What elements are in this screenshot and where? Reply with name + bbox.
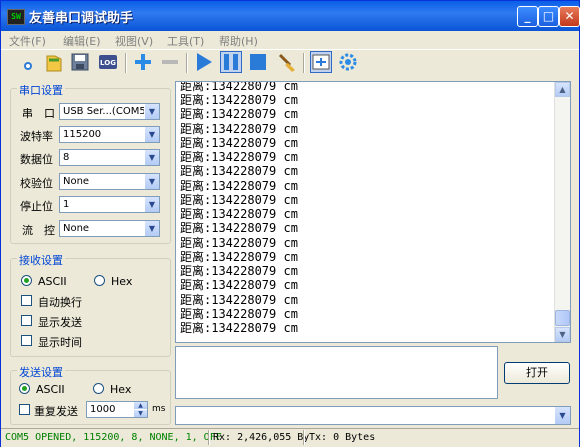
- chevron-down-icon[interactable]: ▼: [144, 127, 159, 142]
- tx-count: Tx: 0 Bytes: [309, 432, 376, 443]
- menu-view[interactable]: 视图(V): [115, 33, 153, 49]
- menu-edit[interactable]: 编辑(E): [63, 33, 101, 49]
- play-icon[interactable]: [193, 51, 215, 73]
- open-port-button[interactable]: 打开: [504, 362, 570, 384]
- flow-label: 流 控: [22, 224, 55, 237]
- show-send-label: 显示发送: [38, 316, 82, 329]
- port-label: 串 口: [22, 107, 55, 120]
- rx-ascii-radio[interactable]: [21, 275, 32, 286]
- title-bar[interactable]: SW 友善串口调试助手 _ □ ✕: [1, 1, 580, 31]
- menu-file[interactable]: 文件(F): [9, 33, 46, 49]
- receive-textarea[interactable]: 距离:134228079 cm 距离:134228079 cm 距离:13422…: [175, 81, 571, 343]
- log-icon[interactable]: LOG: [97, 51, 119, 73]
- command-history-select[interactable]: ▼: [175, 406, 571, 425]
- baud-label: 波特率: [20, 130, 53, 143]
- repeat-send-label: 重复发送: [34, 405, 78, 418]
- repeat-send-checkbox[interactable]: [19, 404, 30, 415]
- new-icon[interactable]: [17, 51, 39, 73]
- open-icon[interactable]: [43, 51, 65, 73]
- remove-icon[interactable]: [159, 51, 181, 73]
- send-textarea[interactable]: [175, 346, 498, 399]
- show-time-checkbox[interactable]: [21, 335, 32, 346]
- toolbar-separator: [303, 53, 305, 73]
- app-window: SW 友善串口调试助手 _ □ ✕ 文件(F) 编辑(E) 视图(V) 工具(T…: [0, 0, 580, 447]
- baud-select[interactable]: 115200 ▼: [59, 126, 160, 143]
- port-select[interactable]: USB Ser...(COM5) ▼: [59, 103, 160, 120]
- stopbits-value: 1: [63, 199, 70, 210]
- flow-select[interactable]: None ▼: [59, 220, 160, 237]
- parity-label: 校验位: [20, 177, 53, 190]
- receive-settings-group: 接收设置: [10, 252, 171, 357]
- scroll-down-icon[interactable]: ▼: [555, 327, 570, 342]
- toolbar: LOG: [1, 49, 579, 76]
- menu-tools[interactable]: 工具(T): [167, 33, 204, 49]
- chevron-down-icon[interactable]: ▼: [144, 104, 159, 119]
- status-separator: [303, 430, 305, 445]
- toolbar-separator: [125, 53, 127, 73]
- clear-icon[interactable]: [276, 51, 298, 73]
- flow-value: None: [63, 223, 90, 234]
- window-title: 友善串口调试助手: [29, 11, 134, 26]
- spin-up-icon[interactable]: ▲: [134, 402, 147, 409]
- tx-ascii-radio[interactable]: [19, 383, 30, 394]
- maximize-button[interactable]: □: [538, 6, 559, 27]
- stopbits-label: 停止位: [20, 200, 53, 213]
- status-bar: COM5 OPENED, 115200, 8, NONE, 1, OFF Rx:…: [1, 428, 579, 447]
- serial-settings-legend: 串口设置: [17, 82, 65, 98]
- port-value: USB Ser...(COM5): [63, 106, 150, 117]
- parity-value: None: [63, 176, 90, 187]
- interval-unit: ms: [152, 404, 166, 414]
- databits-label: 数据位: [20, 153, 53, 166]
- stopbits-select[interactable]: 1 ▼: [59, 196, 160, 213]
- repeat-interval-input[interactable]: 1000 ▲ ▼: [86, 401, 148, 418]
- databits-select[interactable]: 8 ▼: [59, 149, 160, 166]
- chevron-down-icon[interactable]: ▼: [144, 150, 159, 165]
- rx-line: 距离:134228079 cm: [180, 321, 298, 335]
- stop-icon[interactable]: [247, 51, 269, 73]
- repeat-interval-value: 1000: [90, 404, 116, 415]
- baud-value: 115200: [63, 129, 102, 140]
- vertical-scrollbar[interactable]: ▲ ▼: [554, 82, 570, 342]
- databits-value: 8: [63, 152, 70, 163]
- menu-bar: 文件(F) 编辑(E) 视图(V) 工具(T) 帮助(H): [1, 31, 579, 49]
- add-icon[interactable]: [132, 51, 154, 73]
- chevron-down-icon[interactable]: ▼: [144, 221, 159, 236]
- spin-down-icon[interactable]: ▼: [134, 410, 147, 417]
- scroll-up-icon[interactable]: ▲: [555, 82, 570, 97]
- new-window-icon[interactable]: [310, 51, 332, 73]
- settings-icon[interactable]: [337, 51, 359, 73]
- chevron-down-icon[interactable]: ▼: [555, 407, 570, 424]
- log-icon-label: LOG: [100, 59, 116, 67]
- rx-hex-label: Hex: [111, 275, 133, 288]
- rx-count: Rx: 2,426,055 By: [213, 432, 310, 443]
- auto-wrap-label: 自动换行: [38, 296, 82, 309]
- save-icon[interactable]: [69, 51, 91, 73]
- auto-wrap-checkbox[interactable]: [21, 295, 32, 306]
- tx-ascii-label: ASCII: [36, 383, 65, 396]
- close-button[interactable]: ✕: [559, 6, 580, 27]
- tx-hex-radio[interactable]: [93, 383, 104, 394]
- chevron-down-icon[interactable]: ▼: [144, 197, 159, 212]
- receive-settings-legend: 接收设置: [17, 252, 65, 268]
- app-icon: SW: [7, 9, 25, 25]
- port-status: COM5 OPENED, 115200, 8, NONE, 1, OFF: [5, 432, 222, 443]
- show-time-label: 显示时间: [38, 336, 82, 349]
- pause-icon[interactable]: [220, 51, 242, 73]
- toolbar-separator: [186, 53, 188, 73]
- scroll-thumb[interactable]: [555, 310, 570, 326]
- minimize-button[interactable]: _: [517, 6, 538, 27]
- tx-hex-label: Hex: [110, 383, 132, 396]
- parity-select[interactable]: None ▼: [59, 173, 160, 190]
- status-separator: [208, 430, 210, 445]
- rx-ascii-label: ASCII: [38, 275, 67, 288]
- rx-hex-radio[interactable]: [94, 275, 105, 286]
- menu-help[interactable]: 帮助(H): [219, 33, 258, 49]
- chevron-down-icon[interactable]: ▼: [144, 174, 159, 189]
- send-settings-legend: 发送设置: [17, 364, 65, 380]
- show-send-checkbox[interactable]: [21, 315, 32, 326]
